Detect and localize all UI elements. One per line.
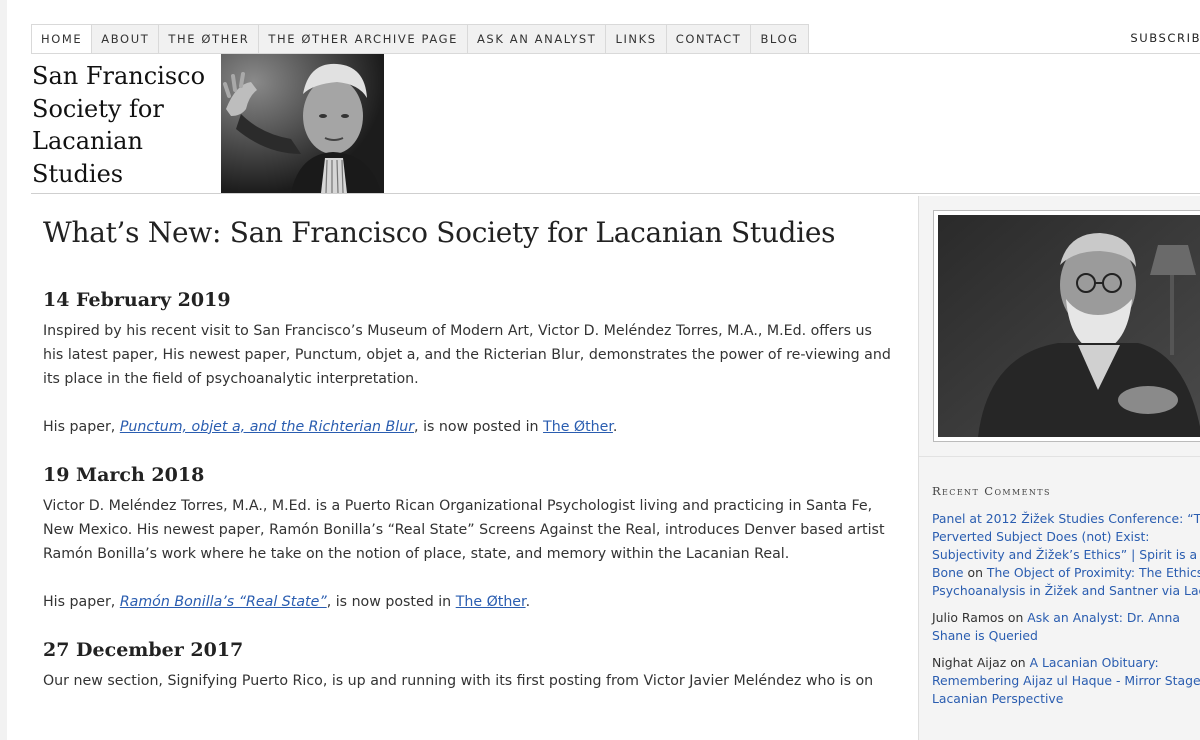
entry-posted-note: His paper, Ramón Bonilla’s “Real State”,… (43, 590, 893, 614)
comment-item: Panel at 2012 Žižek Studies Conference: … (932, 510, 1200, 600)
posted-mid: , is now posted in (414, 418, 544, 435)
news-entry: 14 February 2019 Inspired by his recent … (43, 289, 893, 439)
comment-on: on (963, 565, 987, 580)
news-entry: 19 March 2018 Victor D. Meléndez Torres,… (43, 464, 893, 614)
news-entry: 27 December 2017 Our new section, Signif… (43, 639, 893, 693)
nav-divider (31, 53, 1200, 54)
page-title: What’s New: San Francisco Society for La… (43, 216, 836, 249)
the-other-link[interactable]: The Øther (456, 594, 526, 610)
entry-body: Victor D. Meléndez Torres, M.A., M.Ed. i… (43, 497, 885, 562)
subscribe-link[interactable]: SUBSCRIBE (1130, 31, 1200, 45)
nav-the-other[interactable]: THE ØTHER (159, 24, 260, 54)
header-divider (31, 193, 1200, 194)
posted-suffix: . (525, 593, 531, 610)
recent-comments-heading: Recent Comments (932, 484, 1051, 498)
sidebar-photo-freud (938, 215, 1200, 437)
posted-prefix: His paper, (43, 418, 120, 435)
nav-home[interactable]: HOME (31, 24, 93, 54)
posted-suffix: . (612, 418, 618, 435)
paper-link[interactable]: Ramón Bonilla’s “Real State” (120, 594, 327, 610)
comment-item: Nighat Aijaz on A Lacanian Obituary: Rem… (932, 654, 1200, 708)
main-content: What’s New: San Francisco Society for La… (43, 216, 893, 718)
site-title-line: Studies (32, 159, 124, 188)
header-photo-lacan (221, 54, 384, 193)
posted-mid: , is now posted in (326, 593, 456, 610)
paper-link[interactable]: Punctum, objet a, and the Richterian Blu… (120, 419, 414, 435)
nav-the-other-archive[interactable]: THE ØTHER ARCHIVE PAGE (259, 24, 468, 54)
nav-about[interactable]: ABOUT (92, 24, 160, 54)
entry-date: 27 December 2017 (43, 638, 244, 661)
sidebar-divider (919, 456, 1200, 457)
sidebar: Recent Comments Panel at 2012 Žižek Stud… (918, 196, 1200, 740)
nav-links[interactable]: LINKS (606, 24, 667, 54)
recent-comments-list: Panel at 2012 Žižek Studies Conference: … (932, 510, 1200, 717)
comment-on: on (1003, 610, 1028, 625)
comment-author: Julio Ramos (932, 610, 1004, 625)
page: HOME ABOUT THE ØTHER THE ØTHER ARCHIVE P… (7, 0, 1200, 740)
site-title[interactable]: San Francisco Society for Lacanian Studi… (32, 60, 222, 190)
entry-posted-note: His paper, Punctum, objet a, and the Ric… (43, 415, 893, 439)
entry-date: 19 March 2018 (43, 463, 205, 486)
comment-item: Julio Ramos on Ask an Analyst: Dr. Anna … (932, 609, 1200, 645)
nav-ask-an-analyst[interactable]: ASK AN ANALYST (467, 24, 607, 54)
nav-contact[interactable]: CONTACT (666, 24, 752, 54)
entry-date: 14 February 2019 (43, 288, 231, 311)
comment-on: on (1006, 655, 1030, 670)
entry-body: Inspired by his recent visit to San Fran… (43, 322, 891, 387)
nav-blog[interactable]: BLOG (751, 24, 809, 54)
site-title-line: Lacanian (32, 127, 143, 155)
main-nav: HOME ABOUT THE ØTHER THE ØTHER ARCHIVE P… (31, 24, 809, 54)
site-title-line: Society for (32, 94, 164, 123)
comment-author: Nighat Aijaz (932, 655, 1007, 670)
entry-body: Our new section, Signifying Puerto Rico,… (43, 672, 874, 689)
site-title-line: San Francisco (32, 62, 206, 90)
sidebar-photo-frame (933, 210, 1200, 442)
the-other-link[interactable]: The Øther (543, 419, 613, 435)
posted-prefix: His paper, (43, 593, 120, 610)
